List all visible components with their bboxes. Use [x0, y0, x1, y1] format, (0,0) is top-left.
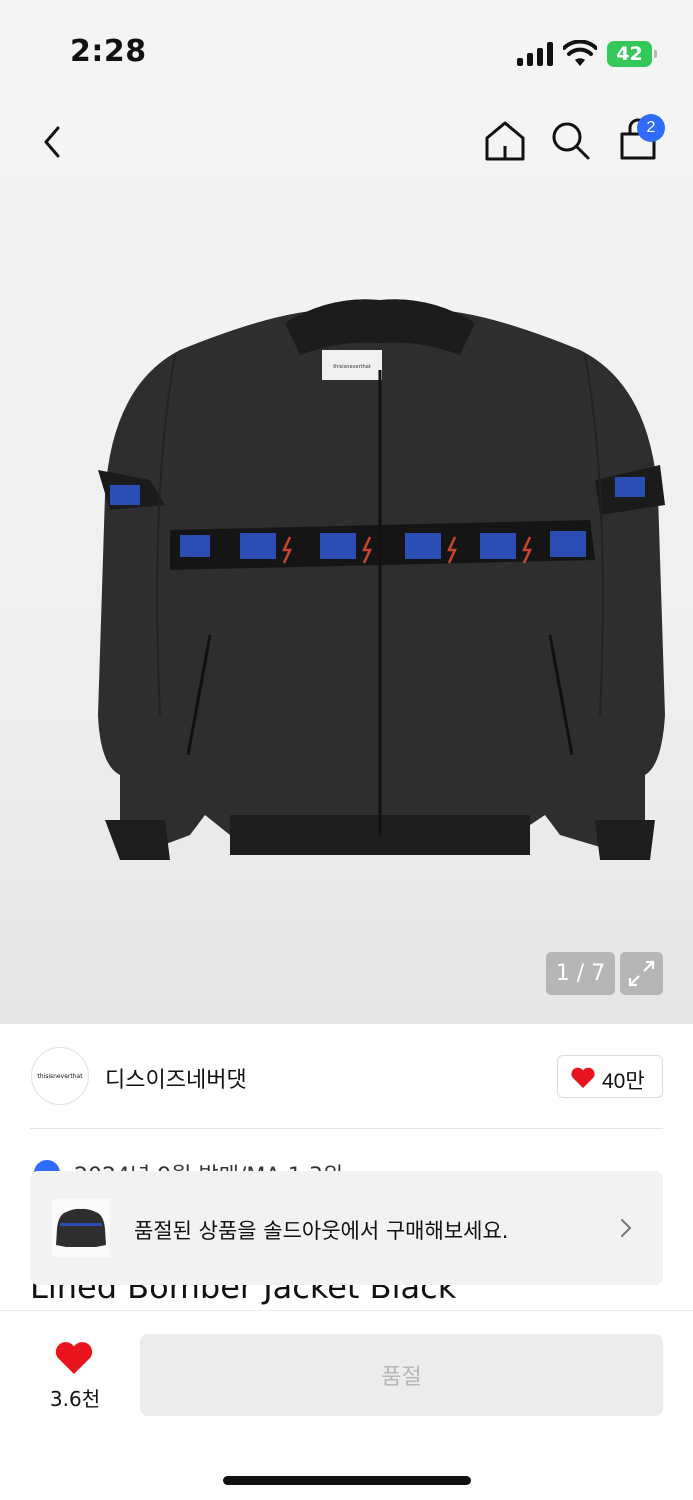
banner-thumbnail: [52, 1199, 110, 1257]
jacket-label-text: thisisneverthat: [333, 364, 371, 370]
product-gallery[interactable]: 2 thisisneverthat 1 / 7: [0, 100, 693, 1024]
chevron-right-icon: [621, 1219, 632, 1237]
back-button[interactable]: [30, 120, 74, 164]
brand-name[interactable]: 디스이즈네버댓: [105, 1062, 247, 1094]
cart-button[interactable]: 2: [615, 114, 665, 164]
image-counter: 1 / 7: [546, 952, 615, 995]
brand-like-count: 40만: [602, 1070, 645, 1093]
expand-image-button[interactable]: [620, 952, 663, 995]
brand-logo[interactable]: thisisneverthat: [31, 1047, 89, 1105]
brand-like-button[interactable]: 40만: [557, 1055, 663, 1098]
search-icon: [552, 122, 590, 160]
cellular-signal-icon: [517, 42, 555, 66]
bottom-bar: 3.6천 품절: [0, 1310, 693, 1500]
brand-logo-text: thisisneverthat: [37, 1073, 83, 1080]
soldout-banner[interactable]: 품절된 상품을 솔드아웃에서 구매해보세요.: [30, 1171, 663, 1285]
cart-count-badge: 2: [637, 114, 665, 142]
home-indicator: [223, 1476, 471, 1485]
status-time: 2:28: [70, 34, 147, 69]
search-button[interactable]: [548, 118, 594, 164]
status-bar: 2:28 42: [0, 0, 693, 100]
home-icon: [485, 121, 525, 161]
heart-icon: [55, 1342, 93, 1374]
brand-row[interactable]: thisisneverthat 디스이즈네버댓 40만: [0, 1024, 693, 1129]
chevron-left-icon: [44, 126, 60, 158]
battery-level: 42: [607, 41, 652, 67]
home-button[interactable]: [482, 118, 528, 164]
product-image: thisisneverthat: [98, 299, 665, 860]
soldout-button[interactable]: 품절: [140, 1334, 663, 1416]
wifi-icon: [563, 40, 597, 66]
heart-icon: [571, 1067, 595, 1088]
soldout-banner-text: 품절된 상품을 솔드아웃에서 구매해보세요.: [134, 1219, 509, 1243]
wishlist-count: 3.6천: [49, 1387, 101, 1411]
divider: [30, 1128, 663, 1129]
expand-icon: [628, 960, 655, 987]
wishlist-button[interactable]: 3.6천: [38, 1337, 112, 1413]
battery-icon: 42: [607, 41, 657, 67]
